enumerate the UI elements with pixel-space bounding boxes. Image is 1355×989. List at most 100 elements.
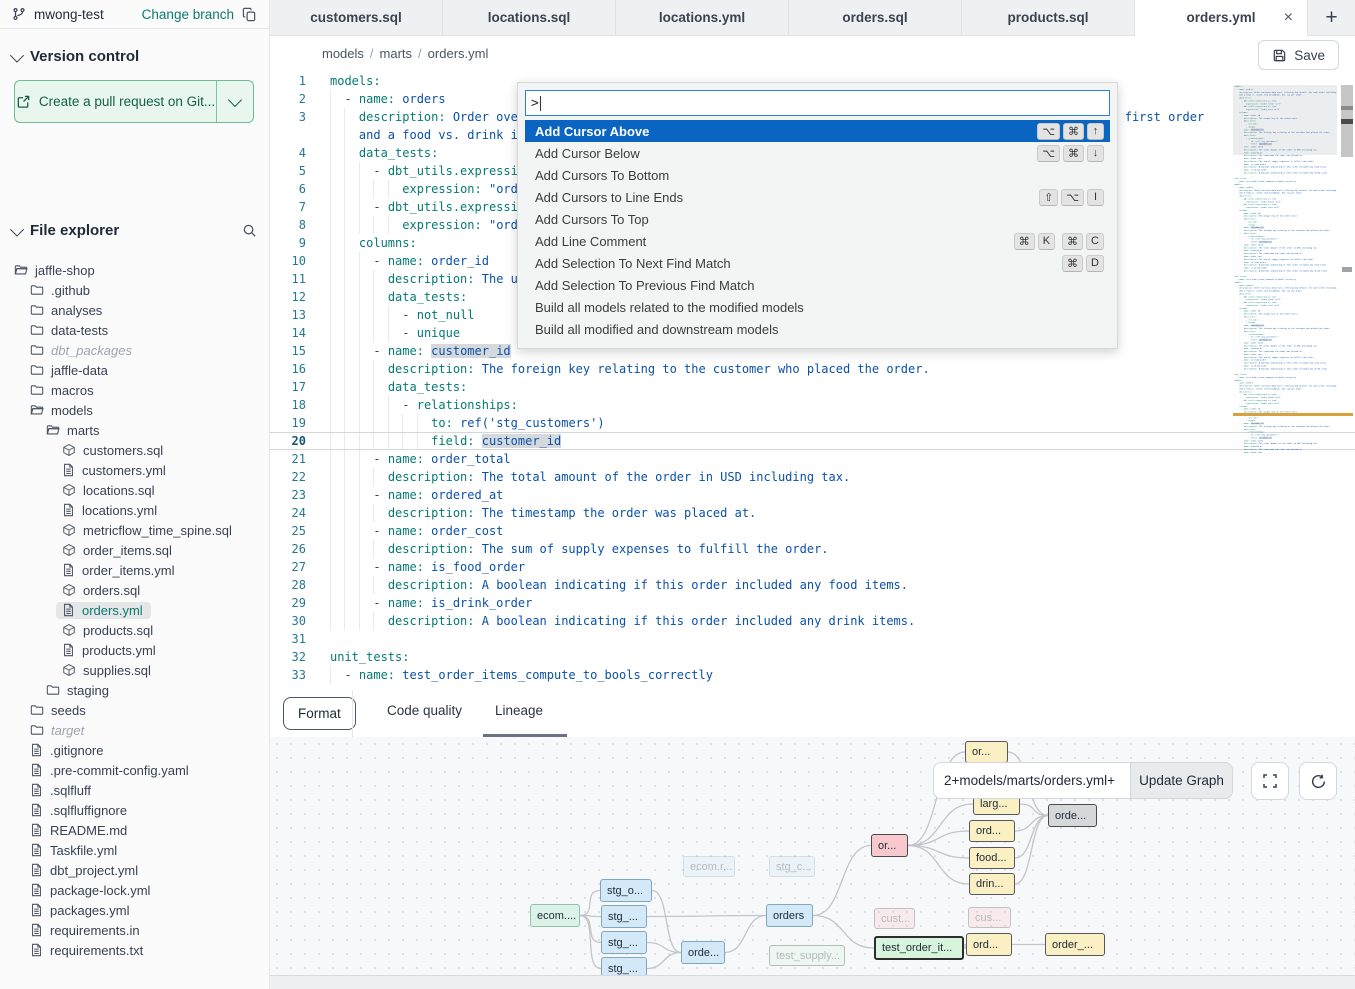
lineage-node-ord_y1[interactable]: ord... bbox=[969, 820, 1015, 842]
tab-locations.sql[interactable]: locations.sql bbox=[443, 0, 616, 36]
tree-item-jaffle-shop[interactable]: jaffle-shop bbox=[0, 260, 269, 280]
tree-item-order_items.yml[interactable]: order_items.yml bbox=[0, 560, 269, 580]
lineage-node-stg3[interactable]: stg_... bbox=[601, 931, 647, 954]
tree-item-.gitignore[interactable]: .gitignore bbox=[0, 740, 269, 760]
tree-item-data-tests[interactable]: data-tests bbox=[0, 320, 269, 340]
tree-item-staging[interactable]: staging bbox=[0, 680, 269, 700]
breadcrumb-part[interactable]: orders.yml bbox=[428, 46, 489, 61]
lineage-node-ord_y2[interactable]: ord... bbox=[966, 933, 1012, 956]
modified-line-marker bbox=[1233, 413, 1353, 416]
tree-item-models[interactable]: models bbox=[0, 400, 269, 420]
new-tab-button[interactable]: + bbox=[1325, 7, 1337, 28]
palette-item[interactable]: Add Line Comment⌘K⌘C bbox=[525, 230, 1110, 252]
lineage-node-stg2[interactable]: stg_... bbox=[601, 905, 647, 928]
tree-item-orders.yml[interactable]: orders.yml bbox=[0, 600, 269, 620]
tree-item-dbt_project.yml[interactable]: dbt_project.yml bbox=[0, 860, 269, 880]
lineage-node-order_y3[interactable]: order_... bbox=[1045, 933, 1105, 956]
tab-code-quality[interactable]: Code quality bbox=[387, 703, 462, 718]
tree-item-customers.sql[interactable]: customers.sql bbox=[0, 440, 269, 460]
lineage-node-or_y_top[interactable]: or... bbox=[965, 741, 1008, 763]
tree-item-requirements.txt[interactable]: requirements.txt bbox=[0, 940, 269, 960]
palette-item[interactable]: Add Selection To Next Find Match⌘D bbox=[525, 252, 1110, 274]
tree-item-products.yml[interactable]: products.yml bbox=[0, 640, 269, 660]
tree-item-dbt_packages[interactable]: dbt_packages bbox=[0, 340, 269, 360]
fullscreen-button[interactable] bbox=[1251, 762, 1289, 800]
tree-item-analyses[interactable]: analyses bbox=[0, 300, 269, 320]
palette-item[interactable]: Add Cursor Above⌥⌘↑ bbox=[525, 120, 1110, 142]
tree-item-order_items.sql[interactable]: order_items.sql bbox=[0, 540, 269, 560]
tree-item-.pre-commit-config.yaml[interactable]: .pre-commit-config.yaml bbox=[0, 760, 269, 780]
tab-products.sql[interactable]: products.sql bbox=[962, 0, 1135, 36]
palette-item[interactable]: Build all models related to the modified… bbox=[525, 296, 1110, 318]
minimap-slider[interactable] bbox=[1233, 85, 1337, 155]
change-branch-link[interactable]: Change branch bbox=[142, 7, 234, 22]
horizontal-scrollbar-track[interactable] bbox=[270, 975, 1355, 989]
palette-item[interactable]: Add Cursors To Bottom bbox=[525, 164, 1110, 186]
lineage-node-food_y[interactable]: food... bbox=[969, 847, 1015, 869]
editor-scrollbar[interactable] bbox=[1341, 72, 1353, 690]
lineage-node-orde_gray[interactable]: orde... bbox=[1048, 804, 1097, 827]
lineage-canvas[interactable]: 2+models/marts/orders.yml+ Update Graph … bbox=[270, 737, 1355, 975]
tree-item-metricflow_time_spine.sql[interactable]: metricflow_time_spine.sql bbox=[0, 520, 269, 540]
update-graph-button[interactable]: Update Graph bbox=[1130, 762, 1233, 799]
tree-item-.github[interactable]: .github bbox=[0, 280, 269, 300]
tree-item-marts[interactable]: marts bbox=[0, 420, 269, 440]
tree-item-requirements.in[interactable]: requirements.in bbox=[0, 920, 269, 940]
palette-item[interactable]: Add Cursors to Line Ends⇧⌥I bbox=[525, 186, 1110, 208]
tree-item-locations.sql[interactable]: locations.sql bbox=[0, 480, 269, 500]
lineage-node-or_pink[interactable]: or... bbox=[871, 834, 908, 857]
tree-item-locations.yml[interactable]: locations.yml bbox=[0, 500, 269, 520]
file-explorer-header[interactable]: File explorer bbox=[12, 222, 257, 239]
lineage-node-stg4[interactable]: stg_... bbox=[601, 957, 647, 975]
close-icon[interactable]: × bbox=[1284, 9, 1293, 27]
tree-item-supplies.sql[interactable]: supplies.sql bbox=[0, 660, 269, 680]
tab-orders.sql[interactable]: orders.sql bbox=[789, 0, 962, 36]
editor-row: 26 description: The sum of supply expens… bbox=[270, 540, 1355, 558]
tree-item-orders.sql[interactable]: orders.sql bbox=[0, 580, 269, 600]
tree-item-macros[interactable]: macros bbox=[0, 380, 269, 400]
lineage-node-orders_b[interactable]: orders bbox=[766, 904, 813, 927]
breadcrumb-part[interactable]: marts bbox=[380, 46, 413, 61]
breadcrumb-part[interactable]: models bbox=[322, 46, 364, 61]
tree-item-.sqlfluff[interactable]: .sqlfluff bbox=[0, 780, 269, 800]
tree-item-README.md[interactable]: README.md bbox=[0, 820, 269, 840]
lineage-selector-input[interactable]: 2+models/marts/orders.yml+ bbox=[933, 762, 1130, 799]
tree-item-seeds[interactable]: seeds bbox=[0, 700, 269, 720]
lineage-node-test_sup_f[interactable]: test_supply... bbox=[769, 945, 845, 966]
lineage-node-stgc_f[interactable]: stg_c... bbox=[769, 856, 815, 877]
tree-item-packages.yml[interactable]: packages.yml bbox=[0, 900, 269, 920]
tab-customers.sql[interactable]: customers.sql bbox=[270, 0, 443, 36]
lineage-node-ecom_mint[interactable]: ecom.... bbox=[530, 904, 580, 927]
tree-item-jaffle-data[interactable]: jaffle-data bbox=[0, 360, 269, 380]
tab-orders.yml[interactable]: orders.yml× bbox=[1135, 0, 1308, 36]
tree-item-target[interactable]: target bbox=[0, 720, 269, 740]
tab-lineage[interactable]: Lineage bbox=[495, 703, 543, 718]
lineage-node-drin_y[interactable]: drin... bbox=[969, 873, 1015, 895]
refresh-button[interactable] bbox=[1299, 762, 1337, 800]
search-icon[interactable] bbox=[242, 223, 257, 238]
lineage-node-cust_f[interactable]: cust... bbox=[874, 908, 915, 929]
version-control-header[interactable]: Version control bbox=[12, 48, 139, 65]
command-palette-input[interactable]: > bbox=[525, 90, 1110, 116]
palette-item[interactable]: Build all modified and downstream models bbox=[525, 318, 1110, 340]
palette-item[interactable]: Add Cursors To Top bbox=[525, 208, 1110, 230]
tree-item-Taskfile.yml[interactable]: Taskfile.yml bbox=[0, 840, 269, 860]
lineage-node-orde_b[interactable]: orde... bbox=[681, 941, 725, 964]
tree-item-.sqlfluffignore[interactable]: .sqlfluffignore bbox=[0, 800, 269, 820]
tree-item-package-lock.yml[interactable]: package-lock.yml bbox=[0, 880, 269, 900]
tab-locations.yml[interactable]: locations.yml bbox=[616, 0, 789, 36]
copy-icon[interactable] bbox=[242, 7, 257, 22]
save-button[interactable]: Save bbox=[1258, 40, 1339, 70]
format-button[interactable]: Format bbox=[283, 697, 356, 730]
create-pull-request-button[interactable]: Create a pull request on Git... bbox=[14, 80, 254, 123]
palette-item[interactable]: Add Selection To Previous Find Match bbox=[525, 274, 1110, 296]
lineage-node-cus_f[interactable]: cus... bbox=[968, 907, 1011, 928]
tree-item-products.sql[interactable]: products.sql bbox=[0, 620, 269, 640]
lineage-node-test_order_g[interactable]: test_order_it... bbox=[874, 936, 964, 960]
pr-button-caret[interactable] bbox=[216, 81, 253, 122]
file-icon bbox=[30, 903, 43, 917]
lineage-node-stg_o1[interactable]: stg_o... bbox=[600, 879, 652, 902]
lineage-node-ecomr_f[interactable]: ecom.r... bbox=[683, 856, 735, 877]
tree-item-customers.yml[interactable]: customers.yml bbox=[0, 460, 269, 480]
palette-item[interactable]: Add Cursor Below⌥⌘↓ bbox=[525, 142, 1110, 164]
